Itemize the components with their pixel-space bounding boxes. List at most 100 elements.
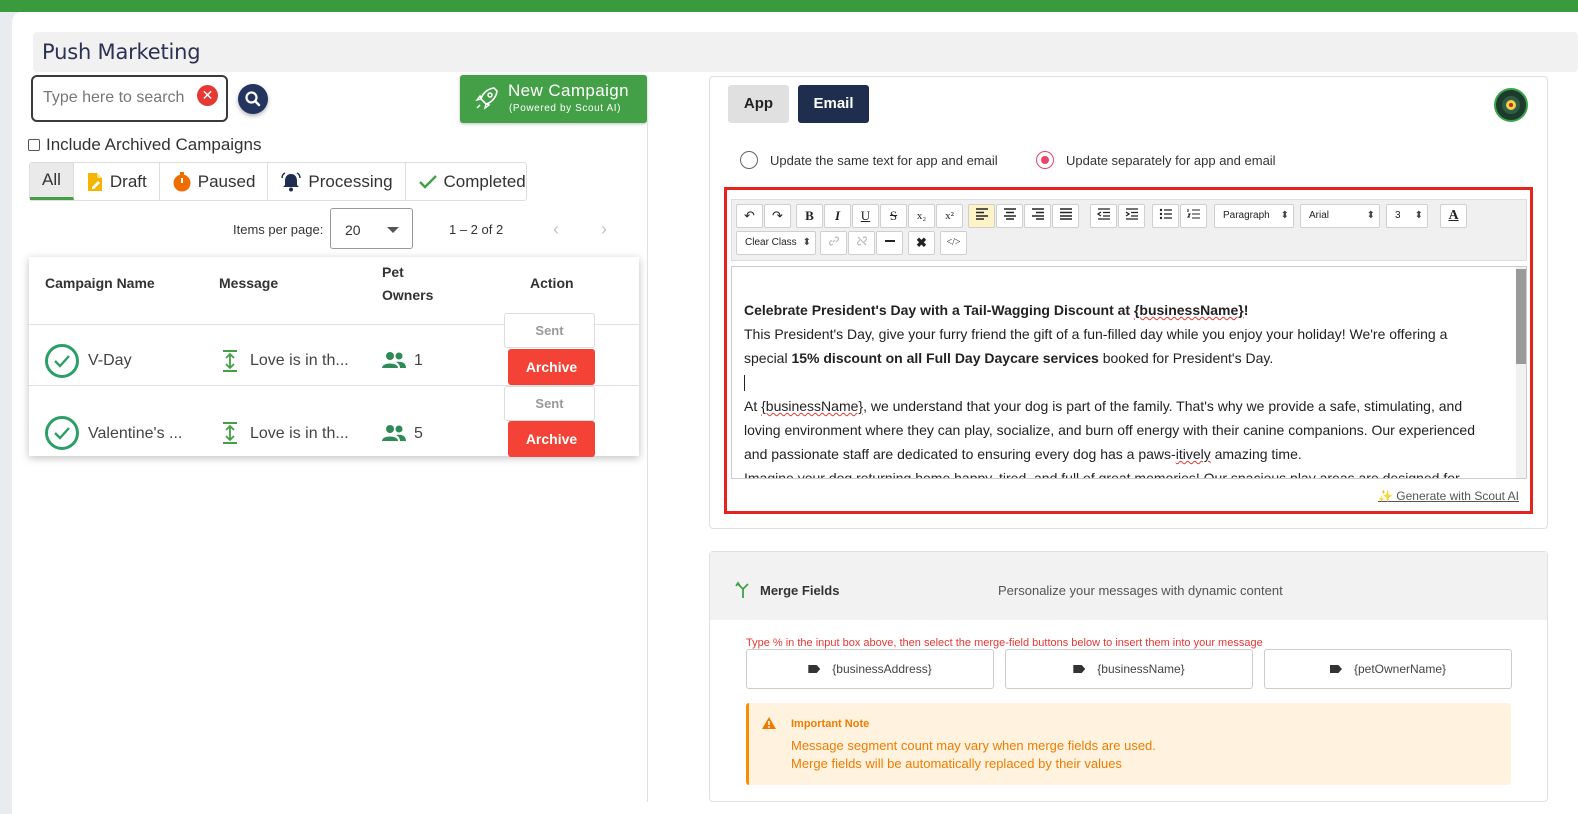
previous-page-icon[interactable]: ‹ [553,219,567,239]
tab-processing[interactable]: Processing [268,163,406,200]
update-separate-radio[interactable] [1036,151,1054,169]
outdent-icon[interactable] [1090,204,1117,228]
undo-icon[interactable]: ↶ [736,204,763,228]
tab-draft-label: Draft [109,171,147,191]
merge-fields-title: Merge Fields [760,583,840,598]
title-bar: Push Marketing [33,32,1578,72]
update-same-label: Update the same text for app and email [770,152,998,168]
chevron-down-icon [387,227,399,233]
p5-text-b: amazing time. [1210,446,1302,462]
italic-icon[interactable]: I [824,204,851,228]
underline-icon[interactable]: U [852,204,879,228]
items-per-page-select[interactable]: 20 [330,208,413,249]
editor-paragraph: At {businessName}, we understand that yo… [744,394,1504,418]
search-button[interactable] [238,84,268,114]
editor-paragraph: and passionate staff are dedicated to en… [744,442,1504,466]
strikethrough-icon[interactable]: S [880,204,907,228]
page-title: Push Marketing [42,40,201,64]
note-line-1: Message segment count may vary when merg… [791,738,1156,753]
subscript-icon[interactable]: x₂ [908,204,935,228]
heading-merge-field: {businessName} [1133,302,1244,318]
merge-field-business-name[interactable]: {businessName} [1005,649,1253,689]
update-same-radio[interactable] [740,151,758,169]
align-justify-icon[interactable] [1052,204,1079,228]
include-archived-toggle[interactable]: Include Archived Campaigns [28,135,261,155]
numbered-list-icon[interactable] [1180,204,1207,228]
archive-button[interactable]: Archive [508,421,595,457]
update-separate-option[interactable]: Update separately for app and email [1036,151,1276,169]
editor-paragraph: Imagine your dog returning home happy, t… [744,470,1460,479]
unlink-icon[interactable] [848,231,875,255]
app-channel-button[interactable]: App [728,85,789,123]
indent-icon[interactable] [1118,204,1145,228]
tab-completed-label: Completed [443,171,526,191]
tab-paused-label: Paused [197,171,256,191]
horizontal-rule-icon[interactable] [876,231,903,255]
tag-icon [1329,665,1342,673]
redo-icon[interactable]: ↷ [764,204,791,228]
campaign-table: Campaign Name Message Pet Owners Action … [29,257,639,457]
link-icon[interactable] [820,231,847,255]
align-left-icon[interactable] [968,204,995,228]
editor-scroll-thumb[interactable] [1516,269,1526,364]
expand-message-icon[interactable] [221,421,239,450]
code-view-icon[interactable]: </> [940,231,967,255]
align-center-icon[interactable] [996,204,1023,228]
next-page-icon[interactable]: › [601,219,615,239]
completed-status-icon [45,416,79,450]
generate-with-scout-ai-link[interactable]: ✨ Generate with Scout AI [1378,489,1519,503]
paragraph-format-select[interactable]: Paragraph [1214,204,1294,228]
clear-class-select[interactable]: Clear Class [736,231,816,255]
merge-field-business-address[interactable]: {businessAddress} [746,649,994,689]
pet-owners-count: 5 [414,425,423,442]
merge-fields-subtitle: Personalize your messages with dynamic c… [998,583,1283,598]
heading-end: ! [1243,302,1249,318]
message-editor[interactable]: Celebrate President's Day with a Tail-Wa… [731,266,1527,479]
merge-icon [735,581,751,604]
tag-icon [1073,665,1086,673]
tab-processing-label: Processing [308,171,393,191]
campaign-name: Valentine's ... [88,425,183,442]
warning-icon [761,716,777,735]
new-campaign-button[interactable]: New Campaign (Powered by Scout AI) [460,75,647,123]
tab-all[interactable]: All [30,163,74,200]
include-archived-checkbox[interactable] [28,139,40,151]
merge-field-pet-owner-name[interactable]: {petOwnerName} [1264,649,1512,689]
email-channel-button[interactable]: Email [798,85,869,123]
tab-paused[interactable]: Paused [160,163,269,200]
search-input[interactable] [43,89,193,107]
p2-text-a: special [744,350,792,366]
scout-ai-avatar[interactable] [1494,88,1528,122]
note-title: Important Note [791,718,870,730]
p2-text-b: booked for President's Day. [1098,350,1274,366]
merge-field-label: {businessName} [1097,662,1185,676]
header-action: Action [530,275,574,291]
font-family-select[interactable]: Arial [1300,204,1380,228]
font-color-icon[interactable]: A [1440,204,1467,228]
clear-search-icon[interactable]: ✕ [197,85,218,106]
items-per-page-label: Items per page: [233,222,324,237]
bullet-list-icon[interactable] [1152,204,1179,228]
tab-completed[interactable]: Completed [406,163,538,200]
tab-all-label: All [42,170,61,189]
search-box: ✕ [31,75,228,122]
tab-draft[interactable]: Draft [74,163,160,200]
align-right-icon[interactable] [1024,204,1051,228]
important-note: Important Note Message segment count may… [746,703,1511,785]
bold-icon[interactable]: B [796,204,823,228]
merge-fields-hint: Type % in the input box above, then sele… [746,637,1263,649]
new-campaign-label: New Campaign [508,81,630,100]
editor-scrollbar[interactable] [1516,267,1526,478]
font-size-select[interactable]: 3 [1386,204,1428,228]
tag-icon [808,665,821,673]
rocket-icon [475,87,498,110]
update-same-option[interactable]: Update the same text for app and email [740,151,998,169]
remove-format-icon[interactable]: ✖ [908,231,935,255]
expand-message-icon[interactable] [221,349,239,378]
editor-content[interactable]: Celebrate President's Day with a Tail-Wa… [744,298,1504,479]
superscript-icon[interactable]: x² [936,204,963,228]
archive-button[interactable]: Archive [508,349,595,385]
p2-bold-text: 15% discount on all Full Day Daycare ser… [791,350,1099,366]
editor-paragraph: This President's Day, give your furry fr… [744,326,1448,342]
sent-button: Sent [504,313,595,348]
